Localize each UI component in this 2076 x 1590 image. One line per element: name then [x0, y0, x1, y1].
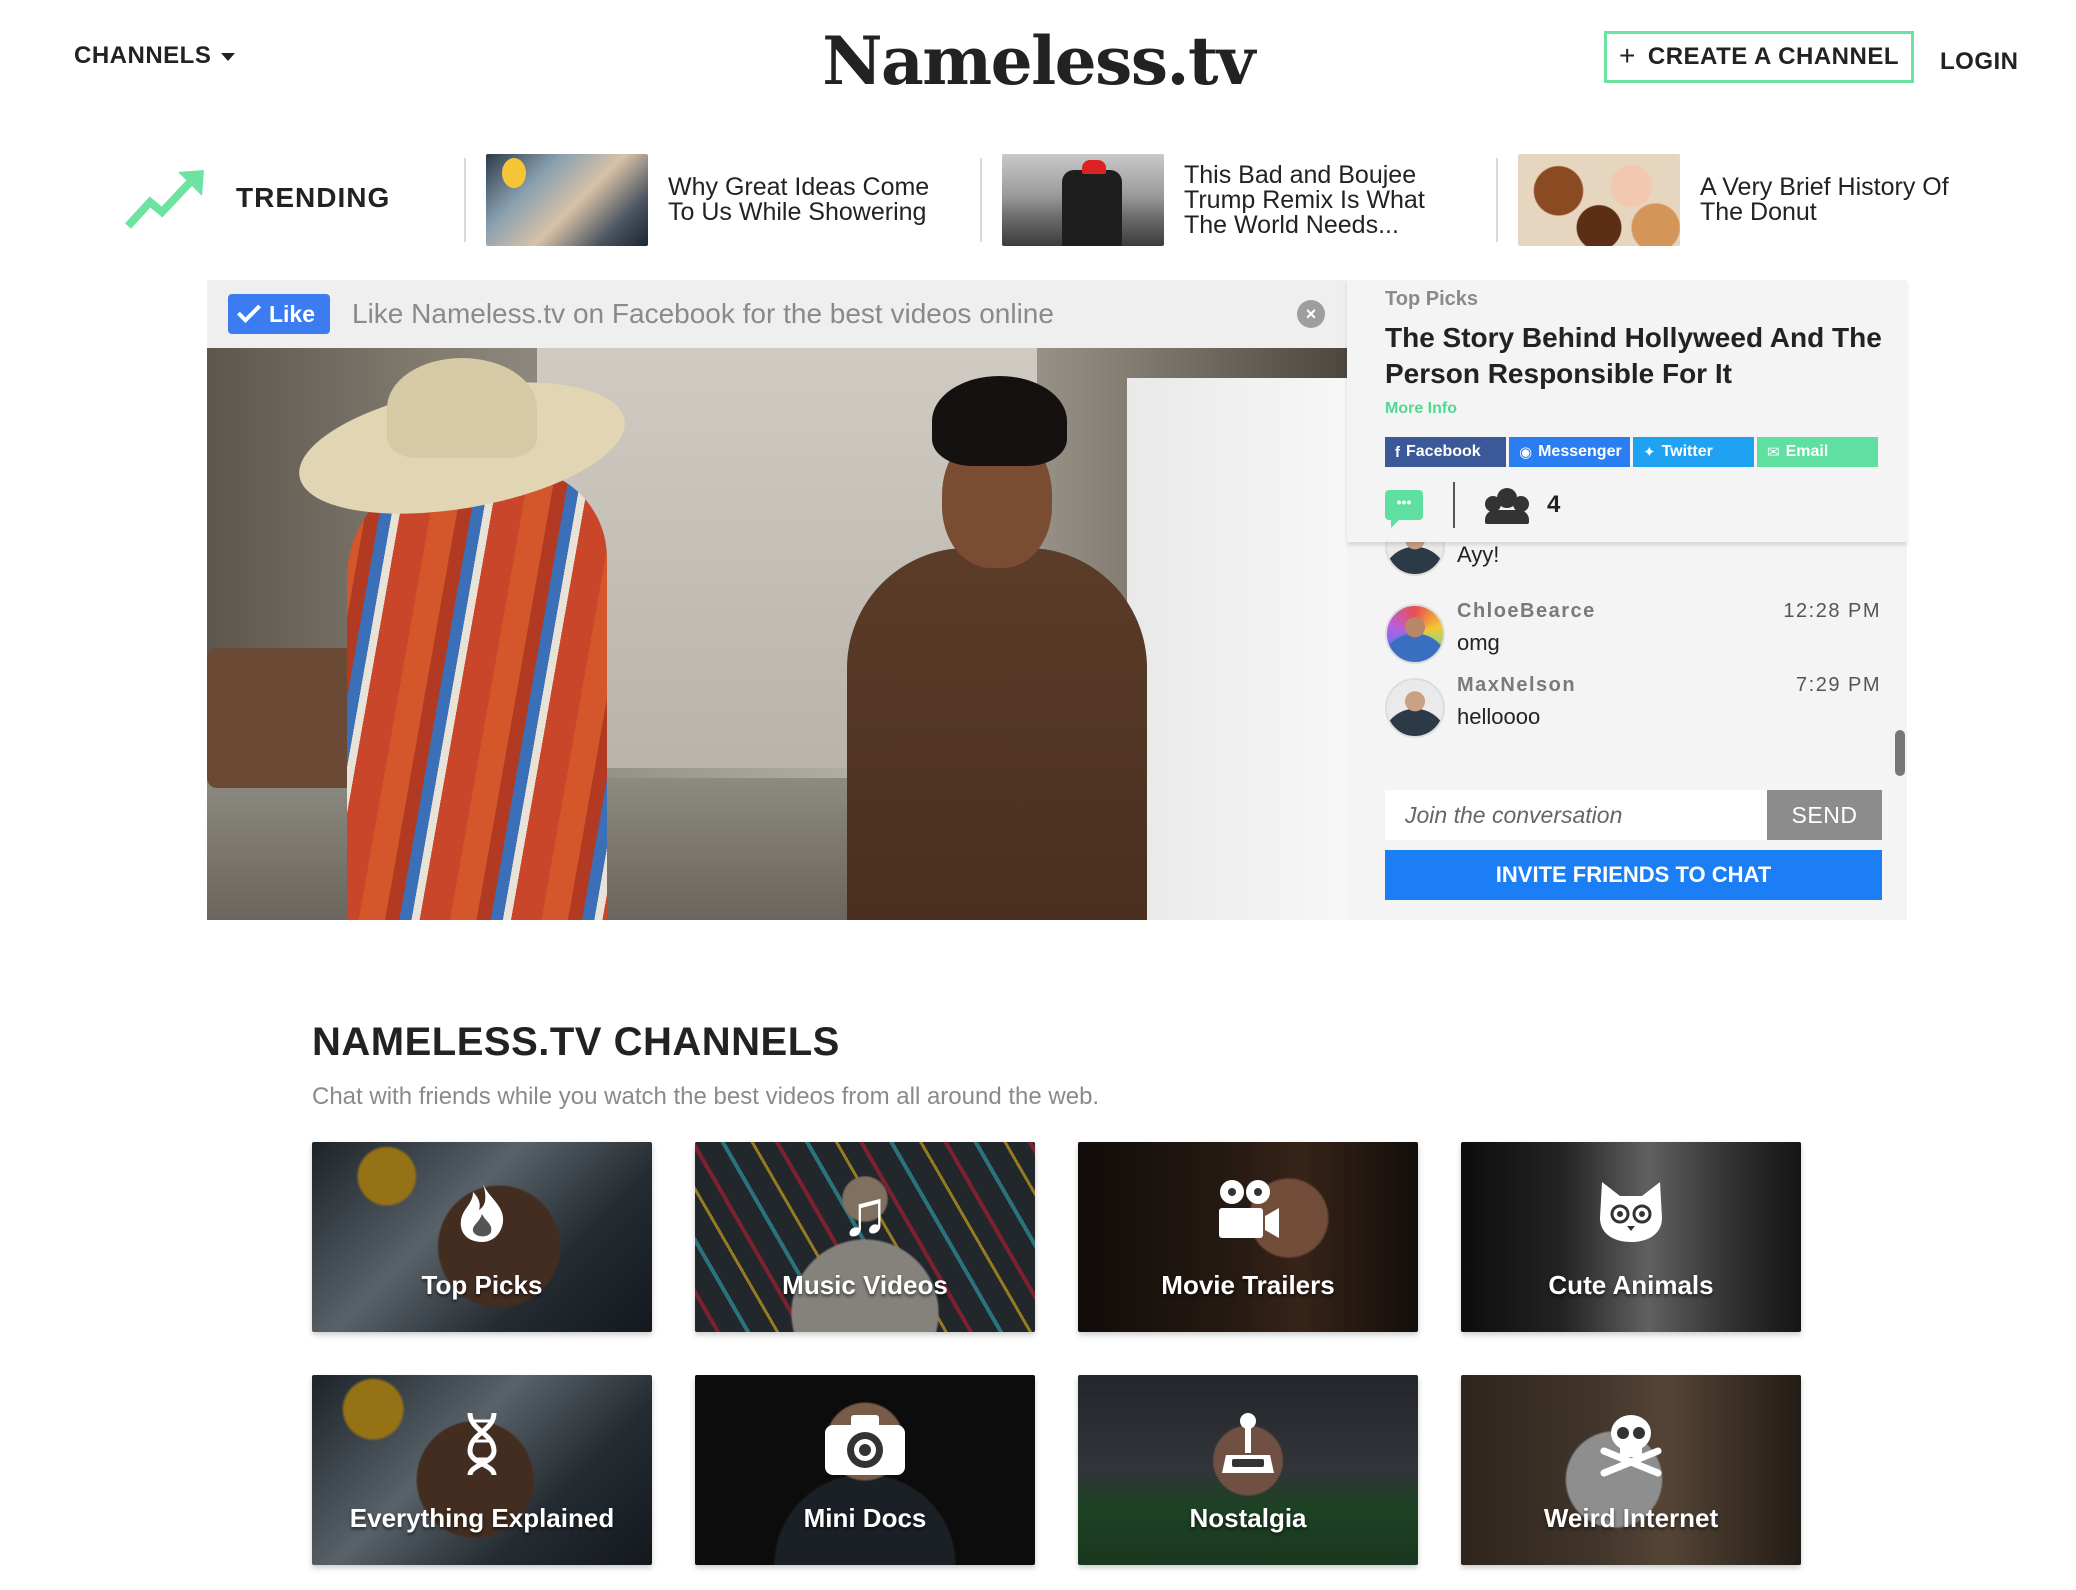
facebook-bar-text: Like Nameless.tv on Facebook for the bes…	[352, 298, 1054, 329]
message-time: 12:28 PM	[1783, 600, 1881, 622]
share-buttons: f Facebook ◉ Messenger ✦ Twitter ✉ Email	[1385, 437, 1878, 467]
camera-icon	[695, 1411, 1035, 1490]
trending-title: Why Great Ideas Come To Us While Showeri…	[668, 173, 930, 226]
avatar	[1385, 678, 1445, 738]
video-info-card: Top Picks The Story Behind Hollyweed And…	[1347, 280, 1907, 542]
close-icon[interactable]: ×	[1297, 300, 1325, 328]
share-twitter-button[interactable]: ✦ Twitter	[1633, 437, 1754, 467]
dna-icon	[312, 1411, 652, 1490]
messenger-icon: ◉	[1519, 444, 1533, 461]
channels-subheading: Chat with friends while you watch the be…	[312, 1083, 1100, 1110]
facebook-like-button[interactable]: Like	[228, 294, 330, 334]
channel-label: Everything Explained	[349, 1503, 615, 1533]
trending-title: This Bad and Boujee Trump Remix Is What …	[1184, 160, 1425, 239]
music-note-icon: ♫	[841, 1177, 889, 1249]
avatar	[1385, 604, 1445, 664]
channel-label: Nostalgia	[1189, 1503, 1307, 1533]
chat-input[interactable]	[1385, 790, 1767, 840]
more-info-link[interactable]: More Info	[1385, 400, 1457, 418]
fire-icon	[312, 1178, 652, 1257]
trending-label: TRENDING	[236, 182, 391, 213]
channels-section: NAMELESS.TV CHANNELS Chat with friends w…	[312, 1020, 1812, 1565]
channel-card-top-picks[interactable]: Top Picks	[312, 1142, 652, 1332]
login-link[interactable]: LOGIN	[1940, 48, 2019, 76]
trending-item[interactable]: A Very Brief History Of The Donut	[1496, 154, 1990, 246]
chat-composer: SEND	[1385, 790, 1882, 840]
player-area: Like Like Nameless.tv on Facebook for th…	[207, 280, 1907, 920]
viewers-icon	[1485, 488, 1529, 524]
facebook-like-bar: Like Like Nameless.tv on Facebook for th…	[207, 280, 1347, 348]
channel-label: Mini Docs	[803, 1503, 927, 1533]
create-channel-button[interactable]: + CREATE A CHANNEL	[1604, 31, 1914, 83]
create-channel-label: CREATE A CHANNEL	[1647, 43, 1899, 70]
like-label: Like	[268, 300, 316, 327]
channel-card-movie-trailers[interactable]: Movie Trailers	[1078, 1142, 1418, 1332]
message-time: 7:29 PM	[1796, 674, 1881, 696]
movie-camera-icon	[1078, 1178, 1418, 1257]
video-sidebar: Top Picks The Story Behind Hollyweed And…	[1347, 280, 1907, 920]
viewer-count: 4	[1547, 491, 1561, 518]
divider	[1496, 158, 1498, 242]
share-email-button[interactable]: ✉ Email	[1757, 437, 1878, 467]
channel-card-mini-docs[interactable]: Mini Docs	[695, 1375, 1035, 1565]
trending-title: A Very Brief History Of The Donut	[1700, 173, 1949, 226]
trending-thumbnail	[486, 154, 648, 246]
video-player[interactable]	[207, 348, 1347, 920]
channel-label: Cute Animals	[1548, 1270, 1714, 1300]
divider	[1453, 482, 1455, 528]
video-title: The Story Behind Hollyweed And The Perso…	[1385, 322, 1882, 389]
channel-card-cute-animals[interactable]: Cute Animals	[1461, 1142, 1801, 1332]
share-facebook-button[interactable]: f Facebook	[1385, 437, 1506, 467]
check-icon	[236, 298, 262, 324]
message-username: MaxNelson	[1457, 674, 1577, 696]
share-messenger-button[interactable]: ◉ Messenger	[1509, 437, 1630, 467]
channel-card-music-videos[interactable]: ♫ Music Videos	[695, 1142, 1035, 1332]
trending-item[interactable]: Why Great Ideas Come To Us While Showeri…	[464, 154, 958, 246]
trending-item[interactable]: This Bad and Boujee Trump Remix Is What …	[980, 154, 1474, 246]
channel-label: Weird Internet	[1543, 1503, 1719, 1533]
trending-bar: TRENDING Why Great Ideas Come To Us Whil…	[0, 150, 2076, 250]
chat-scrollbar[interactable]	[1895, 730, 1905, 776]
trending-thumbnail	[1002, 154, 1164, 246]
plus-icon: +	[1619, 40, 1636, 71]
send-button[interactable]: SEND	[1767, 790, 1882, 840]
site-header: CHANNELS Nameless.tv + CREATE A CHANNEL …	[0, 0, 2076, 130]
channel-card-everything-explained[interactable]: Everything Explained	[312, 1375, 652, 1565]
joystick-icon	[1078, 1411, 1418, 1490]
channel-card-weird-internet[interactable]: Weird Internet	[1461, 1375, 1801, 1565]
channel-label: Movie Trailers	[1161, 1270, 1335, 1300]
chat-bubble-icon[interactable]: •••	[1385, 490, 1423, 528]
channels-heading: NAMELESS.TV CHANNELS	[312, 1020, 840, 1064]
invite-friends-button[interactable]: INVITE FRIENDS TO CHAT	[1385, 850, 1882, 900]
facebook-icon: f	[1395, 443, 1400, 461]
email-icon: ✉	[1767, 444, 1780, 461]
trending-thumbnail	[1518, 154, 1680, 246]
section-label: Top Picks	[1385, 288, 1478, 310]
channel-card-nostalgia[interactable]: Nostalgia	[1078, 1375, 1418, 1565]
divider	[980, 158, 982, 242]
message-text: Ayy!	[1457, 542, 1500, 567]
message-text: omg	[1457, 630, 1500, 655]
channel-label: Music Videos	[782, 1270, 948, 1300]
message-text: helloooo	[1457, 704, 1541, 729]
message-username: ChloeBearce	[1457, 600, 1596, 622]
lightbulb-icon	[502, 158, 526, 188]
channel-label: Top Picks	[421, 1270, 543, 1300]
chat-tools: ••• 4	[1385, 482, 1560, 528]
divider	[464, 158, 466, 242]
skull-crossbones-icon	[1461, 1411, 1801, 1490]
twitter-icon: ✦	[1643, 444, 1656, 461]
cat-icon	[1461, 1178, 1801, 1257]
trending-up-icon	[125, 170, 204, 229]
